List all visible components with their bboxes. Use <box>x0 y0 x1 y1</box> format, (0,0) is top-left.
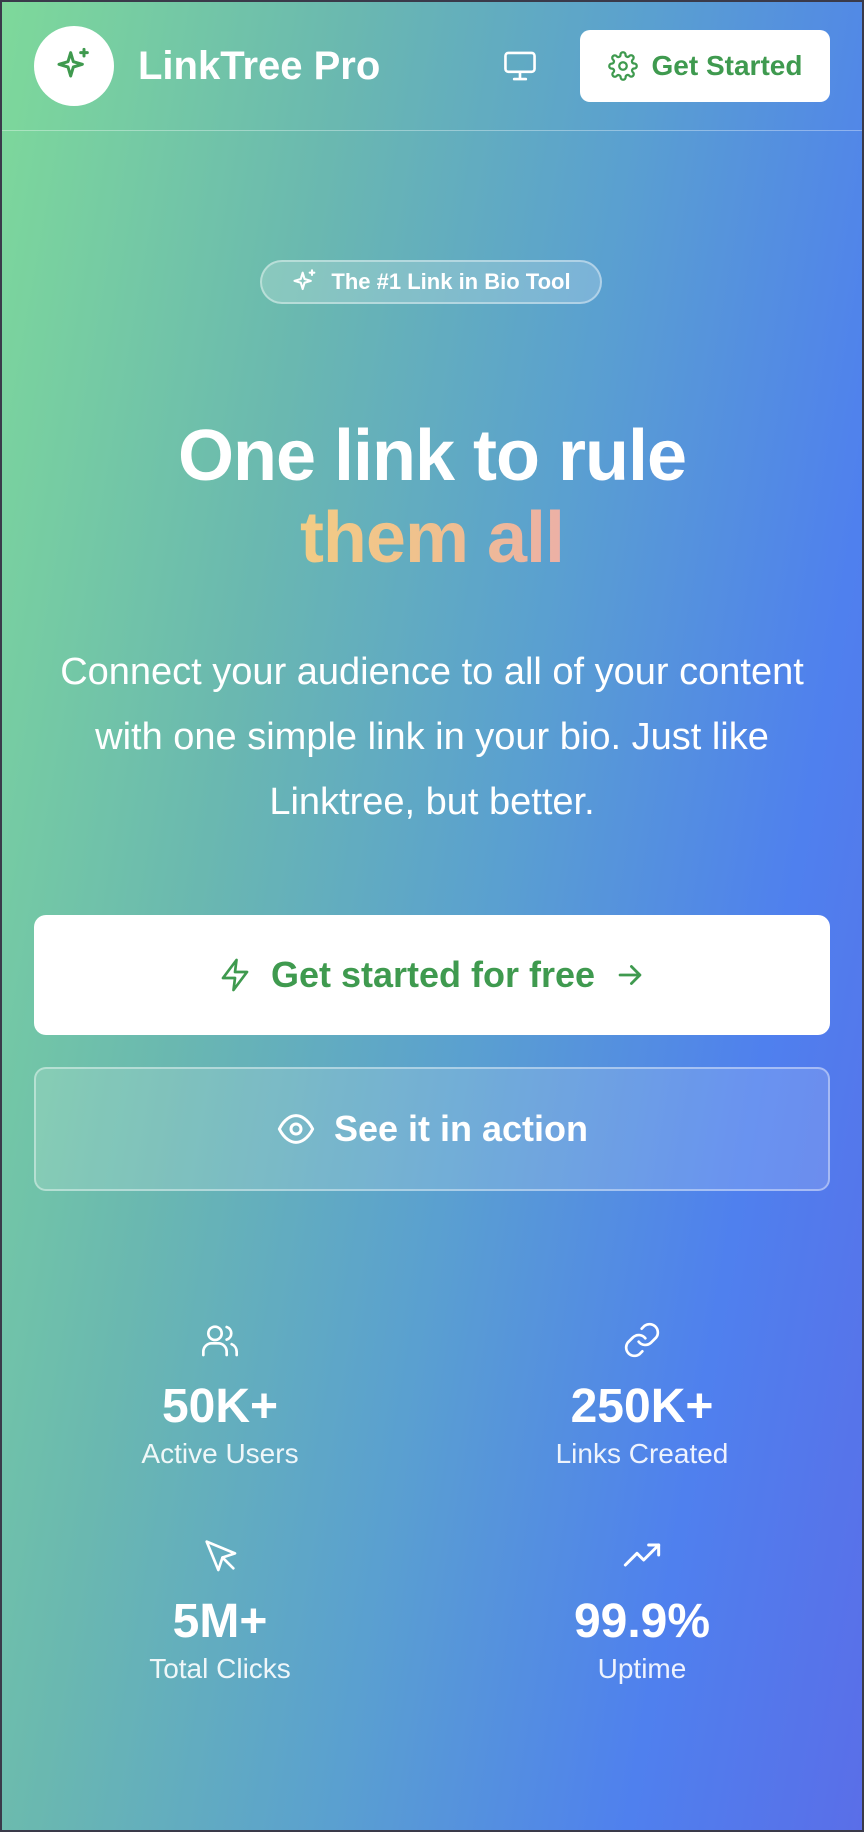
gear-icon <box>607 51 638 81</box>
hero-badge: The #1 Link in Bio Tool <box>260 260 602 304</box>
arrow-right-icon <box>613 958 647 992</box>
logo[interactable] <box>34 26 114 106</box>
users-icon <box>70 1320 370 1360</box>
hero-badge-label: The #1 Link in Bio Tool <box>331 269 571 294</box>
monitor-icon <box>502 50 538 82</box>
get-started-free-button[interactable]: Get started for free <box>34 915 830 1035</box>
stat-value: 5M+ <box>172 1595 268 1648</box>
stat-value: 99.9% <box>573 1595 711 1648</box>
cursor-icon <box>70 1535 370 1575</box>
stat-label: Active Users <box>141 1438 299 1469</box>
stat-links-created: 250K+ Links Created <box>492 1320 792 1472</box>
stat-active-users: 50K+ Active Users <box>70 1320 370 1472</box>
stat-uptime: 99.9% Uptime <box>492 1535 792 1687</box>
sparkles-icon <box>291 268 319 296</box>
link-icon <box>492 1320 792 1360</box>
hero-headline: One link to rule them all <box>0 415 864 579</box>
lightning-icon <box>217 957 253 993</box>
headline-line-2: them all <box>299 498 565 578</box>
theme-toggle-button[interactable] <box>496 44 544 88</box>
get-started-free-label: Get started for free <box>270 954 596 995</box>
brand-name[interactable]: LinkTree Pro <box>138 40 380 92</box>
headline-line-1: One link to rule <box>177 416 687 496</box>
stat-label: Links Created <box>555 1438 729 1469</box>
see-it-in-action-label: See it in action <box>333 1108 589 1149</box>
hero-subtitle: Connect your audience to all of your con… <box>60 651 804 823</box>
site-header: LinkTree Pro Get Started <box>0 0 864 131</box>
trending-up-icon <box>492 1535 792 1575</box>
header-get-started-button[interactable]: Get Started <box>580 30 830 102</box>
eye-icon <box>276 1109 316 1149</box>
stat-value: 50K+ <box>161 1380 279 1433</box>
stat-value: 250K+ <box>570 1380 714 1433</box>
stat-label: Uptime <box>597 1653 687 1684</box>
stat-total-clicks: 5M+ Total Clicks <box>70 1535 370 1687</box>
see-it-in-action-button[interactable]: See it in action <box>34 1067 830 1191</box>
header-get-started-label: Get Started <box>651 50 803 81</box>
stat-label: Total Clicks <box>149 1653 291 1684</box>
sparkles-icon <box>54 46 94 86</box>
